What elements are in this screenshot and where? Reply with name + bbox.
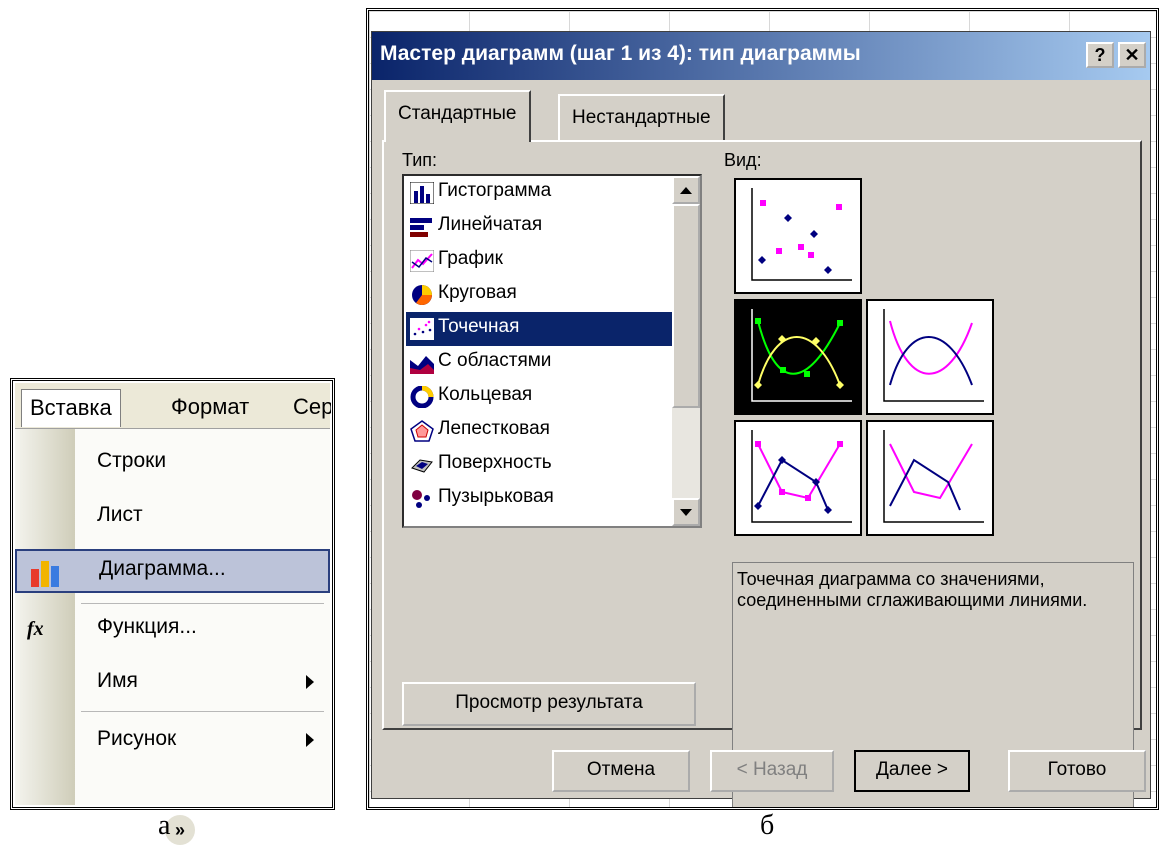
straight-lines-markers-icon: [751, 430, 852, 523]
scroll-down-button[interactable]: [672, 498, 700, 526]
subtype-smoothed-lines-markers[interactable]: [734, 299, 862, 415]
chart-type-surface[interactable]: Поверхность: [406, 448, 674, 482]
submenu-arrow-icon: [306, 733, 314, 747]
chart-type-scatter[interactable]: Точечная: [406, 312, 674, 346]
menu-separator: [81, 603, 324, 604]
dialog-titlebar: Мастер диаграмм (шаг 1 из 4): тип диагра…: [372, 32, 1150, 80]
menu-item-sheet[interactable]: Лист: [15, 495, 330, 539]
scroll-up-button[interactable]: [672, 176, 700, 204]
menu-format[interactable]: Формат: [163, 389, 257, 427]
chart-type-label: Точечная: [438, 316, 520, 337]
chart-type-line[interactable]: График: [406, 244, 674, 278]
chart-type-bubble[interactable]: Пузырьковая: [406, 482, 674, 516]
scatter-markers-icon: [751, 188, 852, 281]
tab-standard[interactable]: Стандартные: [384, 90, 531, 142]
chart-type-label: Лепестковая: [438, 418, 550, 439]
arrow-down-icon: [680, 509, 692, 516]
doughnut-chart-icon: [410, 386, 434, 408]
menu-item-label: Лист: [97, 503, 143, 526]
smoothed-lines-icon: [883, 309, 984, 402]
insert-dropdown: Строки Лист Диаграмма... fx Функция... И…: [15, 429, 330, 845]
chart-type-label: Гистограмма: [438, 180, 552, 201]
chart-type-doughnut[interactable]: Кольцевая: [406, 380, 674, 414]
chart-type-bar[interactable]: Линейчатая: [406, 210, 674, 244]
view-label: Вид:: [724, 150, 762, 170]
chart-type-label: Пузырьковая: [438, 486, 554, 507]
cancel-button[interactable]: Отмена: [552, 750, 690, 792]
menu-item-function[interactable]: fx Функция...: [15, 607, 330, 651]
menu-item-label: Имя: [97, 669, 138, 692]
bubble-chart-icon: [412, 490, 430, 508]
subtype-straight-lines-markers[interactable]: [734, 420, 862, 536]
pie-chart-icon: [412, 285, 432, 305]
close-button[interactable]: ✕: [1118, 42, 1146, 68]
radar-chart-icon: [410, 420, 434, 442]
menu-item-label: Рисунок: [97, 727, 177, 750]
chart-type-label: Круговая: [438, 282, 517, 303]
menu-item-label: Строки: [97, 449, 167, 472]
menu-service[interactable]: Сер: [285, 389, 331, 427]
menu-item-picture[interactable]: Рисунок: [15, 719, 330, 763]
help-button[interactable]: ?: [1086, 42, 1114, 68]
subtype-straight-lines[interactable]: [866, 420, 994, 536]
menu-item-label: Функция...: [97, 615, 197, 638]
menu-bar: Вставка Формат Сер: [15, 383, 331, 429]
chart-type-label: Линейчатая: [438, 214, 543, 235]
type-label: Тип:: [402, 150, 438, 170]
menu-item-label: Диаграмма...: [99, 557, 226, 580]
chart-type-column[interactable]: Гистограмма: [406, 176, 674, 210]
type-list-scrollbar[interactable]: [672, 176, 700, 526]
chart-type-label: С областями: [438, 350, 552, 371]
chart-type-list[interactable]: Гистограмма Линейчатая График Круговая Т…: [402, 174, 702, 528]
chart-wizard-screenshot: Мастер диаграмм (шаг 1 из 4): тип диагра…: [366, 8, 1159, 810]
surface-chart-icon: [411, 459, 433, 473]
preview-button[interactable]: Просмотр результата: [402, 682, 696, 726]
area-chart-icon: [410, 356, 434, 374]
subtype-scatter-markers[interactable]: [734, 178, 862, 294]
chart-type-area[interactable]: С областями: [406, 346, 674, 380]
line-chart-icon: [410, 250, 434, 272]
scatter-chart-icon: [410, 318, 434, 340]
submenu-arrow-icon: [306, 675, 314, 689]
insert-menu-screenshot: Вставка Формат Сер Строки Лист Диаграмма…: [10, 378, 335, 845]
chart-type-label: График: [438, 248, 503, 269]
menu-insert[interactable]: Вставка: [21, 389, 121, 427]
dialog-title: Мастер диаграмм (шаг 1 из 4): тип диагра…: [380, 42, 861, 65]
subtype-smoothed-lines[interactable]: [866, 299, 994, 415]
tab-nonstandard[interactable]: Нестандартные: [558, 94, 725, 140]
smoothed-lines-markers-icon: [751, 309, 852, 402]
menu-item-rows[interactable]: Строки: [15, 441, 330, 485]
bar-chart-icon: [410, 218, 432, 237]
finish-button[interactable]: Готово: [1008, 750, 1146, 792]
caption-b: б: [760, 810, 775, 841]
straight-lines-icon: [883, 430, 984, 523]
menu-separator: [81, 711, 324, 712]
fx-icon: fx: [27, 618, 44, 640]
back-button[interactable]: < Назад: [710, 750, 834, 792]
chart-type-pie[interactable]: Круговая: [406, 278, 674, 312]
next-button[interactable]: Далее >: [854, 750, 970, 792]
bar-chart-icon: [31, 561, 59, 587]
menu-item-chart[interactable]: Диаграмма...: [15, 549, 330, 593]
menu-item-name[interactable]: Имя: [15, 661, 330, 705]
chart-type-radar[interactable]: Лепестковая: [406, 414, 674, 448]
caption-a: а: [158, 810, 171, 841]
column-chart-icon: [410, 182, 434, 204]
chart-type-label: Поверхность: [438, 452, 552, 473]
chart-type-label: Кольцевая: [438, 384, 533, 405]
arrow-up-icon: [680, 187, 692, 194]
scroll-thumb[interactable]: [672, 204, 700, 408]
chart-wizard-dialog: Мастер диаграмм (шаг 1 из 4): тип диагра…: [371, 31, 1151, 807]
